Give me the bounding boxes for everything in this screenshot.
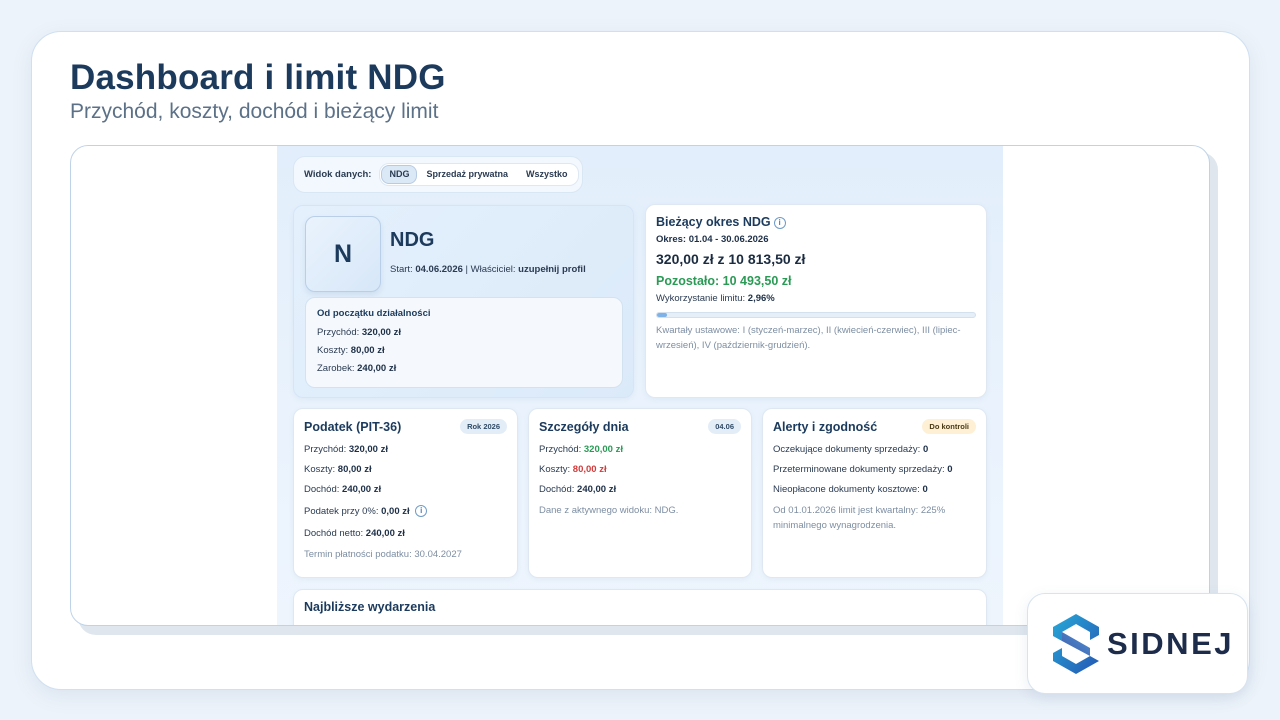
view-option-ndg[interactable]: NDG	[381, 165, 418, 184]
tax-card: Podatek (PIT-36) Rok 2026 Przychód: 320,…	[293, 408, 518, 578]
tax-costs-row: Koszty: 80,00 zł	[304, 460, 507, 480]
alerts-unpaid-label: Nieopłacone dokumenty kosztowe:	[773, 484, 920, 495]
day-card-header: Szczegóły dnia 04.06	[539, 419, 741, 434]
sidnej-logo-icon	[1053, 613, 1099, 674]
day-title: Szczegóły dnia	[539, 419, 629, 434]
day-details-card: Szczegóły dnia 04.06 Przychód: 320,00 zł…	[528, 408, 752, 578]
day-costs-label: Koszty:	[539, 464, 571, 475]
profile-card: N NDG Start: 04.06.2026 | Właściciel: uz…	[293, 205, 634, 398]
tax-costs-value: 80,00 zł	[337, 464, 372, 475]
alerts-unpaid-value: 0	[922, 484, 928, 495]
tax-amount-row: Podatek przy 0%: 0,00 zł i	[304, 500, 507, 524]
tax-amount-value: 0,00 zł	[381, 506, 410, 517]
alerts-card-header: Alerty i zgodność Do kontroli	[773, 419, 976, 434]
limit-progress-bar	[656, 312, 976, 318]
dashboard-app: Widok danych: NDG Sprzedaż prywatna Wszy…	[277, 146, 1003, 625]
since-profit-value: 240,00 zł	[357, 363, 397, 374]
tax-net-value: 240,00 zł	[365, 528, 405, 539]
alerts-overdue-row: Przeterminowane dokumenty sprzedaży: 0	[773, 460, 976, 480]
period-remaining: Pozostało: 10 493,50 zł	[656, 274, 792, 288]
tax-revenue-label: Przychód:	[304, 444, 347, 455]
day-income-row: Dochód: 240,00 zł	[539, 480, 741, 500]
limit-usage-label: Wykorzystanie limitu:	[656, 293, 746, 304]
alerts-title: Alerty i zgodność	[773, 419, 878, 434]
slide-title: Dashboard i limit NDG	[70, 58, 446, 97]
alerts-status-badge: Do kontroli	[922, 419, 976, 434]
tax-card-header: Podatek (PIT-36) Rok 2026	[304, 419, 507, 434]
since-costs-row: Koszty: 80,00 zł	[317, 342, 611, 360]
quarters-note: Kwartały ustawowe: I (styczeń-marzec), I…	[656, 325, 961, 351]
tax-revenue-row: Przychód: 320,00 zł	[304, 440, 507, 460]
tax-deadline: Termin płatności podatku: 30.04.2027	[304, 549, 462, 560]
day-income-value: 240,00 zł	[577, 484, 617, 495]
tax-revenue-value: 320,00 zł	[348, 444, 388, 455]
tax-net-row: Dochód netto: 240,00 zł	[304, 524, 507, 544]
limit-usage: Wykorzystanie limitu: 2,96%	[656, 293, 976, 304]
since-costs-value: 80,00 zł	[350, 345, 385, 356]
since-revenue-label: Przychód:	[317, 327, 360, 338]
since-revenue-row: Przychód: 320,00 zł	[317, 324, 611, 342]
sidnej-logo-card: SIDNEJ	[1027, 593, 1248, 694]
view-toggle-label: Widok danych:	[304, 169, 372, 180]
start-label: Start:	[390, 264, 413, 275]
alerts-pending-label: Oczekujące dokumenty sprzedaży:	[773, 444, 921, 455]
info-icon[interactable]: i	[773, 217, 786, 229]
limit-progress-fill	[657, 313, 667, 317]
alerts-pending-value: 0	[922, 444, 929, 455]
period-amount: 320,00 zł z 10 813,50 zł	[656, 251, 806, 267]
view-toggle-bar: Widok danych: NDG Sprzedaż prywatna Wszy…	[293, 156, 583, 193]
slide-subtitle: Przychód, koszty, dochód i bieżący limit	[70, 100, 439, 123]
alerts-pending-row: Oczekujące dokumenty sprzedaży: 0	[773, 440, 976, 460]
since-profit-row: Zarobek: 240,00 zł	[317, 360, 611, 378]
events-title: Najbliższe wydarzenia	[304, 600, 436, 614]
day-revenue-value: 320,00 zł	[583, 444, 623, 455]
tax-year-badge: Rok 2026	[460, 419, 507, 434]
start-value: 04.06.2026	[415, 264, 463, 275]
since-start-title: Od początku działalności	[317, 308, 431, 319]
since-costs-label: Koszty:	[317, 345, 349, 356]
limit-usage-value: 2,96%	[747, 293, 775, 304]
tax-income-value: 240,00 zł	[342, 484, 382, 495]
owner-value[interactable]: uzupełnij profil	[518, 264, 586, 275]
tax-title: Podatek (PIT-36)	[304, 419, 402, 434]
upcoming-events-card: Najbliższe wydarzenia	[293, 589, 987, 625]
view-option-all[interactable]: Wszystko	[517, 165, 577, 184]
day-income-label: Dochód:	[539, 484, 575, 495]
since-profit-label: Zarobek:	[317, 363, 355, 374]
day-note: Dane z aktywnego widoku: NDG.	[539, 505, 679, 516]
screenshot-frame: Widok danych: NDG Sprzedaż prywatna Wszy…	[70, 145, 1210, 626]
view-toggle-group: NDG Sprzedaż prywatna Wszystko	[379, 163, 579, 186]
info-icon[interactable]: i	[415, 505, 428, 517]
tax-costs-label: Koszty:	[304, 464, 336, 475]
tax-net-label: Dochód netto:	[304, 528, 364, 539]
day-date-badge: 04.06	[708, 419, 741, 434]
current-period-title-text: Bieżący okres NDG	[656, 215, 771, 229]
day-revenue-label: Przychód:	[539, 444, 582, 455]
alerts-card: Alerty i zgodność Do kontroli Oczekujące…	[762, 408, 987, 578]
alerts-note: Od 01.01.2026 limit jest kwartalny: 225%…	[773, 505, 946, 531]
sidnej-logo-text: SIDNEJ	[1107, 625, 1234, 661]
tax-income-row: Dochód: 240,00 zł	[304, 480, 507, 500]
tax-income-label: Dochód:	[304, 484, 340, 495]
since-revenue-value: 320,00 zł	[361, 327, 401, 338]
period-range: Okres: 01.04 - 30.06.2026	[656, 234, 769, 245]
day-costs-value: 80,00 zł	[572, 464, 607, 475]
tax-amount-label: Podatek przy 0%:	[304, 506, 379, 517]
current-period-title: Bieżący okres NDG i	[656, 215, 976, 229]
alerts-overdue-value: 0	[947, 464, 953, 475]
alerts-overdue-label: Przeterminowane dokumenty sprzedaży:	[773, 464, 945, 475]
day-costs-row: Koszty: 80,00 zł	[539, 460, 741, 480]
alerts-unpaid-row: Nieopłacone dokumenty kosztowe: 0	[773, 480, 976, 500]
day-revenue-row: Przychód: 320,00 zł	[539, 440, 741, 460]
since-start-box: Od początku działalności Przychód: 320,0…	[305, 297, 623, 388]
owner-label: Właściciel:	[470, 264, 516, 275]
avatar: N	[305, 216, 381, 292]
profile-meta: Start: 04.06.2026 | Właściciel: uzupełni…	[390, 264, 586, 275]
view-option-private-sale[interactable]: Sprzedaż prywatna	[417, 165, 517, 184]
profile-name: NDG	[390, 229, 435, 251]
current-period-card: Bieżący okres NDG i Okres: 01.04 - 30.06.…	[645, 204, 987, 398]
